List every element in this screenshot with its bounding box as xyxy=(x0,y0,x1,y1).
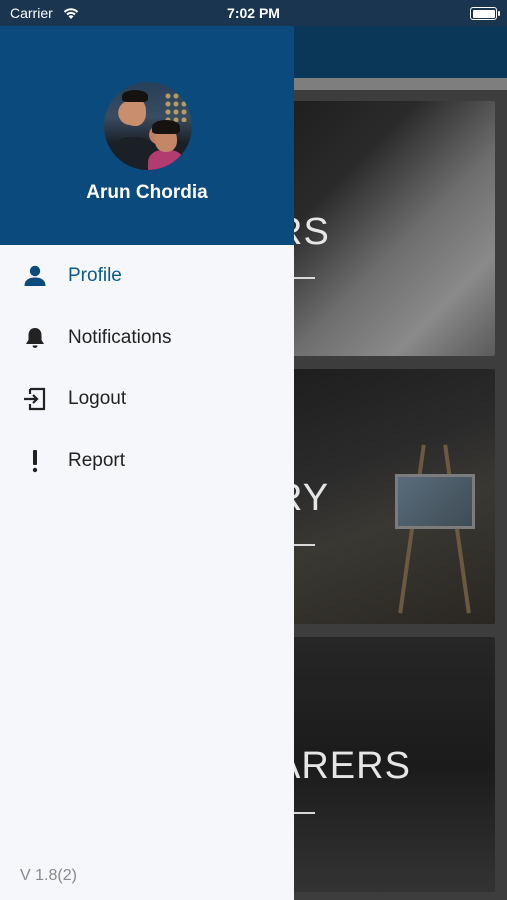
menu-item-profile[interactable]: Profile xyxy=(0,245,294,307)
drawer-header: Arun Chordia xyxy=(0,26,294,245)
menu-item-label: Profile xyxy=(68,265,122,286)
easel-painting xyxy=(395,474,475,529)
user-name: Arun Chordia xyxy=(86,182,208,203)
easel-leg xyxy=(398,444,426,614)
menu-item-report[interactable]: Report xyxy=(0,430,294,492)
menu-item-logout[interactable]: Logout xyxy=(0,368,294,430)
battery-icon xyxy=(470,7,500,20)
status-time: 7:02 PM xyxy=(227,5,280,21)
avatar-photo-hair xyxy=(122,90,148,102)
menu-item-label: Notifications xyxy=(68,326,172,348)
avatar-photo-hair xyxy=(152,120,180,134)
avatar-photo-lights xyxy=(164,92,188,122)
app-version: V 1.8(2) xyxy=(20,867,77,884)
menu-item-label: Logout xyxy=(68,388,127,409)
side-drawer: Arun Chordia Profile Notifications Logou… xyxy=(0,26,294,900)
exclamation-icon xyxy=(32,449,38,472)
avatar[interactable] xyxy=(102,80,194,172)
drawer-menu: Profile Notifications Logout Report xyxy=(0,245,294,491)
category-card-label: ARERS xyxy=(275,745,411,787)
avatar-photo-figure xyxy=(148,150,184,170)
person-icon xyxy=(24,265,46,286)
logout-icon xyxy=(24,387,46,411)
menu-item-notifications[interactable]: Notifications xyxy=(0,307,294,369)
status-bar: Carrier 7:02 PM xyxy=(0,0,507,26)
avatar-photo-face xyxy=(124,98,146,126)
easel-leg xyxy=(443,444,471,614)
bell-icon xyxy=(26,327,44,348)
menu-item-label: Report xyxy=(68,449,126,471)
